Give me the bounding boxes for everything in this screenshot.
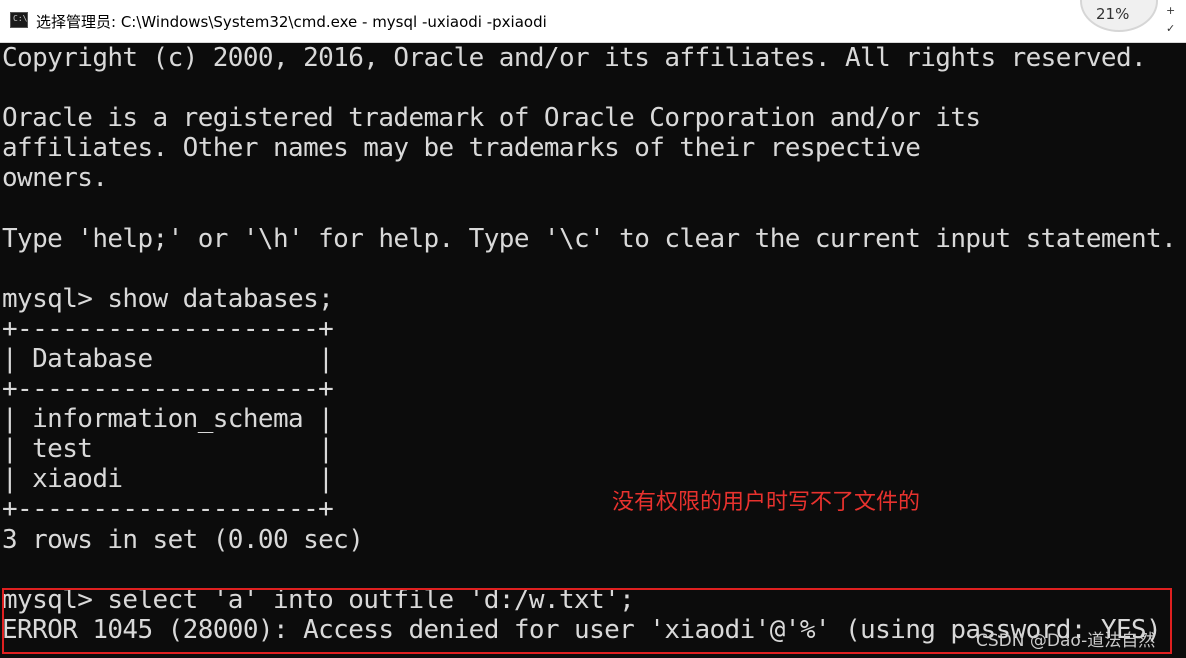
table-header: | Database | [2,344,334,374]
console-line: Oracle is a registered trademark of Orac… [2,103,981,133]
plus-icon[interactable]: + [1166,4,1175,17]
result-summary: 3 rows in set (0.00 sec) [2,525,364,555]
table-row: | information_schema | [2,404,334,434]
cmd-app-icon[interactable]: C:\ [10,12,28,28]
prompt-line: mysql> show databases; [2,284,334,314]
watermark: CSDN @Dao-道法自然 [976,631,1156,651]
window-title: 选择管理员: C:\Windows\System32\cmd.exe - mys… [36,13,547,31]
table-border: +--------------------+ [2,374,334,404]
console-line: Type 'help;' or '\h' for help. Type '\c'… [2,224,1177,254]
window-controls: + ✓ [1158,0,1186,42]
console-line: owners. [2,163,108,193]
zoom-indicator: 21% [1080,0,1158,32]
table-border: +--------------------+ [2,314,334,344]
cmd-icon-label: C:\ [13,14,28,23]
title-bar[interactable]: C:\ 选择管理员: C:\Windows\System32\cmd.exe -… [0,0,1186,43]
zoom-level: 21% [1096,5,1130,23]
console-output[interactable]: Copyright (c) 2000, 2016, Oracle and/or … [0,43,1186,658]
table-border: +--------------------+ [2,494,334,524]
annotation-note: 没有权限的用户时写不了文件的 [612,490,921,515]
console-line: affiliates. Other names may be trademark… [2,133,921,163]
console-line: Copyright (c) 2000, 2016, Oracle and/or … [2,43,1147,73]
check-icon[interactable]: ✓ [1166,22,1175,35]
table-row: | test | [2,434,334,464]
table-row: | xiaodi | [2,464,334,494]
cmd-window: C:\ 选择管理员: C:\Windows\System32\cmd.exe -… [0,0,1186,658]
